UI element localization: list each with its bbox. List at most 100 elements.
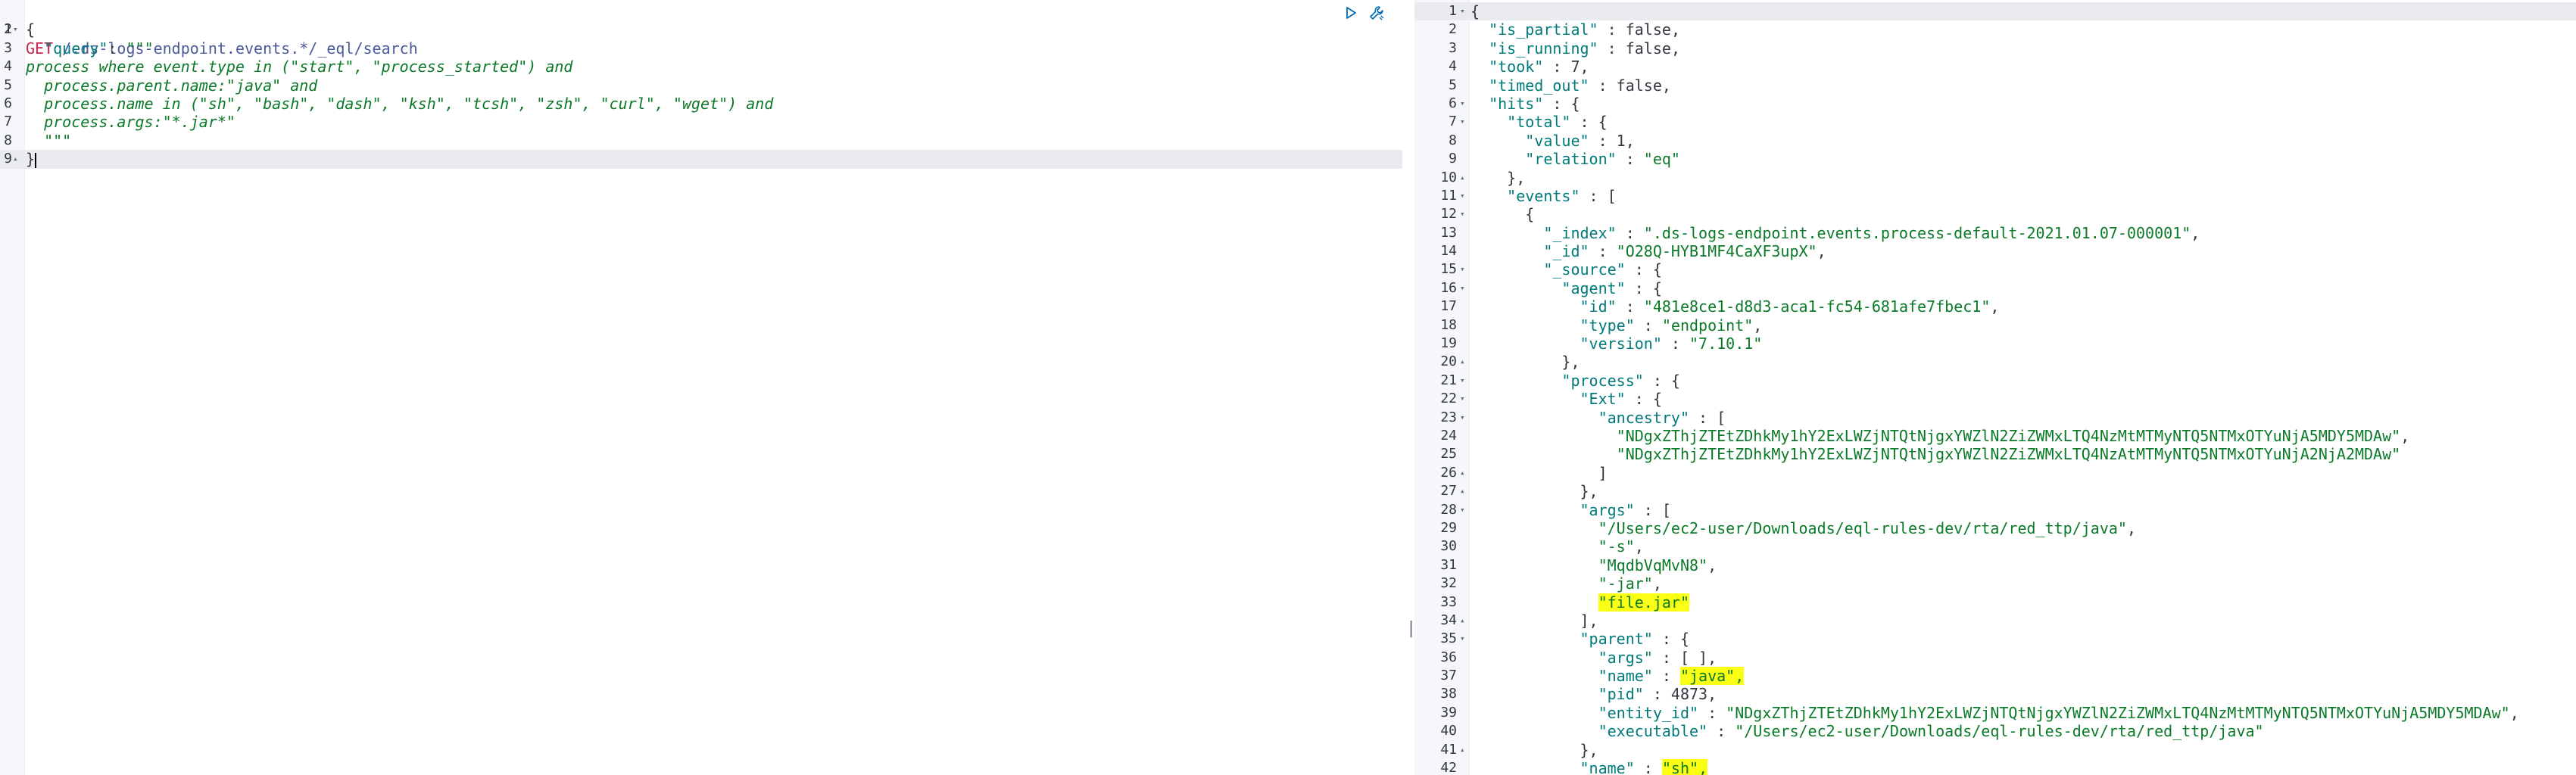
punc-token: , (1580, 58, 1589, 76)
fold-collapse-icon[interactable]: ▾ (1460, 260, 1465, 279)
fold-collapse-icon[interactable]: ▾ (1460, 501, 1465, 519)
str-token: """ (26, 131, 72, 150)
response-line: 35 ▾ "parent" : { (1414, 630, 2576, 648)
punc-token: }, (1470, 482, 1598, 501)
highlighted-token: "java", (1679, 667, 1745, 686)
fold-expand-icon[interactable]: ▴ (1460, 464, 1465, 482)
response-line-text: "agent" : { (1470, 279, 1661, 297)
punc-token: : (1598, 39, 1626, 58)
response-line: 18 "type" : "endpoint", (1414, 316, 2576, 335)
punc-token: : (1616, 223, 1644, 242)
line-number: 9 (4, 151, 12, 167)
punc-token (1470, 297, 1580, 316)
fold-expand-icon[interactable]: ▴ (1460, 482, 1465, 500)
response-line-text: "name" : "sh", (1470, 759, 1708, 775)
response-line-text: "value" : 1, (1470, 132, 1635, 150)
response-line: 21 ▾ "process" : { (1414, 372, 2576, 390)
response-line-text: "args" : [ ], (1470, 649, 1717, 667)
line-number: 16 (1440, 279, 1457, 296)
request-line: 6 process.name in ("sh", "bash", "dash",… (0, 95, 1402, 113)
response-line-text: }, (1470, 169, 1525, 187)
key-token: "name" (1580, 759, 1635, 775)
pane-resizer[interactable]: || (1402, 0, 1424, 775)
response-line: 13 "_index" : ".ds-logs-endpoint.events.… (1414, 224, 2576, 242)
punc-token: , (1707, 685, 1717, 704)
response-line: 36 "args" : [ ], (1414, 649, 2576, 667)
line-number: 7 (1449, 114, 1457, 130)
line-number: 3 (4, 39, 12, 56)
key-token: "args" (1598, 648, 1653, 667)
request-line: 7 process.args:"*.jar*" (0, 113, 1402, 131)
line-number: 8 (4, 132, 12, 148)
response-line: 15 ▾ "_source" : { (1414, 260, 2576, 279)
fold-collapse-icon[interactable]: ▾ (1460, 372, 1465, 390)
response-line-text: "Ext" : { (1470, 390, 1662, 408)
key-token: "parent" (1580, 630, 1653, 649)
punc-token: , (1753, 316, 1763, 335)
fold-expand-icon[interactable]: ▴ (1460, 169, 1465, 187)
fold-expand-icon[interactable]: ▴ (1460, 353, 1465, 371)
response-line-text: "NDgxZThjZTEtZDhkMy1hY2ExLWZjNTQtNjgxYWZ… (1470, 426, 2410, 445)
punc-token: , (1990, 297, 2000, 316)
punc-token (1470, 150, 1525, 168)
response-line-text: "timed_out" : false, (1470, 76, 1671, 95)
request-code[interactable]: 1 GET /.ds-logs-endpoint.events.*/_eql/s… (0, 2, 1402, 169)
str-token: "NDgxZThjZTEtZDhkMy1hY2ExLWZjNTQtNjgxYWZ… (1616, 426, 2401, 445)
str-token: """ (126, 39, 154, 58)
fold-expand-icon[interactable]: ▴ (1460, 741, 1465, 759)
punc-token (1470, 593, 1598, 612)
request-line: 2 ▾ { (0, 20, 1402, 39)
punc-token (1470, 537, 1598, 556)
line-number: 27 (1440, 483, 1457, 500)
line-number: 29 (1440, 519, 1457, 536)
fold-collapse-icon[interactable]: ▾ (1460, 113, 1465, 131)
fold-collapse-icon[interactable]: ▾ (1460, 409, 1465, 427)
fold-expand-icon[interactable]: ▴ (1460, 612, 1465, 630)
key-token: "is_partial" (1489, 20, 1598, 39)
punc-token (26, 39, 44, 58)
fold-collapse-icon[interactable]: ▾ (1460, 2, 1465, 20)
fold-toggle-icon[interactable]: ▾ (13, 20, 18, 39)
punc-token: : { (1625, 260, 1662, 279)
fold-toggle-icon[interactable]: ▴ (13, 150, 18, 168)
fold-collapse-icon[interactable]: ▾ (1460, 630, 1465, 648)
punc-token (1470, 519, 1598, 537)
punc-token (1470, 132, 1525, 150)
punc-token: : { (1625, 390, 1662, 409)
response-code[interactable]: 1 ▾{2 "is_partial" : false, 3 "is_running"… (1414, 2, 2576, 775)
punc-token (1470, 704, 1598, 722)
request-line-text: { (26, 20, 35, 39)
punc-token: : (1698, 703, 1726, 722)
response-line-text: "args" : [ (1470, 501, 1671, 519)
fold-collapse-icon[interactable]: ▾ (1460, 95, 1465, 113)
request-line: 9 ▴} (0, 150, 1402, 169)
response-viewer[interactable]: 1 ▾{2 "is_partial" : false, 3 "is_running"… (1414, 0, 2576, 775)
punc-token: : { (1652, 630, 1689, 649)
line-number: 36 (1440, 649, 1457, 665)
key-token: "_source" (1543, 260, 1626, 279)
punc-token: : [ ], (1652, 648, 1717, 667)
str-token: "-s" (1598, 537, 1635, 556)
line-number: 40 (1440, 723, 1457, 739)
punc-token: : (1707, 722, 1736, 741)
fold-collapse-icon[interactable]: ▾ (1460, 187, 1465, 205)
line-number: 38 (1440, 686, 1457, 702)
punc-token: : (1616, 297, 1644, 316)
punc-token: { (1470, 205, 1535, 224)
request-line-text: } (26, 150, 37, 168)
key-token: "ancestry" (1598, 408, 1689, 427)
response-line-text: "events" : [ (1470, 187, 1617, 205)
punc-token: , (1817, 242, 1826, 261)
response-line: 14 "_id" : "O28Q-HYB1MF4CaXF3upX", (1414, 242, 2576, 260)
fold-collapse-icon[interactable]: ▾ (1460, 390, 1465, 408)
response-line-text: "-s", (1470, 537, 1644, 556)
response-line-text: "MqdbVqMvN8", (1470, 556, 1717, 574)
key-token: "timed_out" (1489, 76, 1589, 95)
request-editor[interactable]: 1 GET /.ds-logs-endpoint.events.*/_eql/s… (0, 0, 1402, 775)
fold-collapse-icon[interactable]: ▾ (1460, 279, 1465, 297)
punc-token (1470, 95, 1489, 113)
fold-collapse-icon[interactable]: ▾ (1460, 205, 1465, 223)
request-line: 4 process where event.type in ("start", "… (0, 58, 1402, 76)
response-line-text: "_source" : { (1470, 260, 1662, 279)
line-number: 2 (1449, 21, 1457, 38)
